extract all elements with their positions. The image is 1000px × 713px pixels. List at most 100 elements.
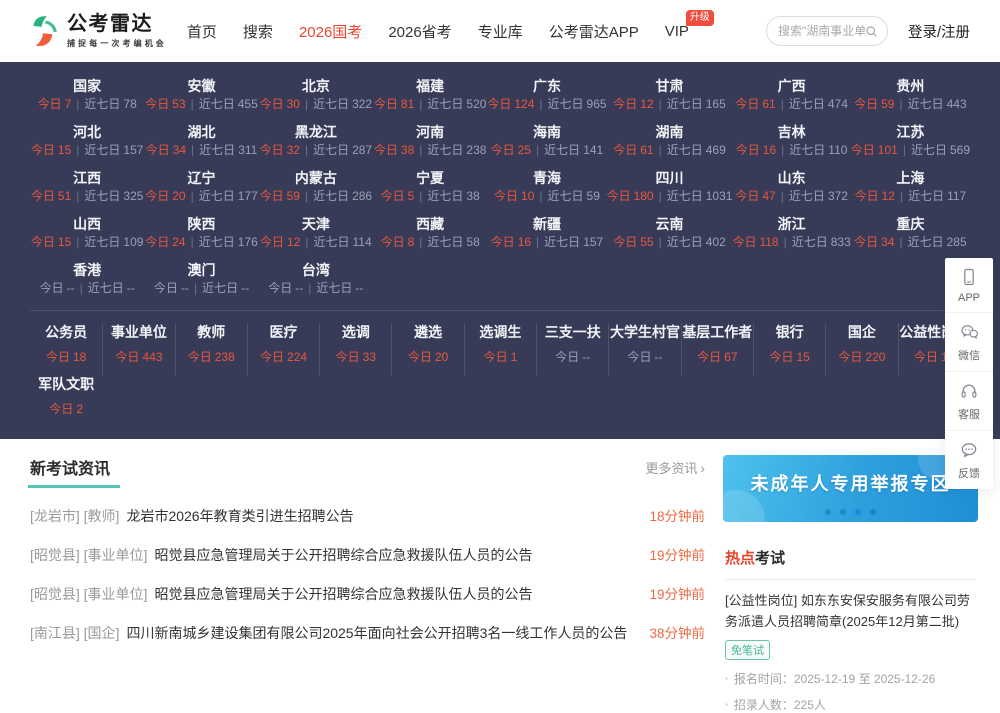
province-cell[interactable]: 陕西 今日 24 | 近七日 176 <box>144 212 258 252</box>
search-icon[interactable] <box>865 24 878 39</box>
news-item[interactable]: [南江县] [国企] 四川新南城乡建设集团有限公司2025年面向社会公开招聘3名… <box>30 613 705 652</box>
category-today-count: 今日 224 <box>260 350 308 364</box>
province-stats: 今日 180 | 近七日 1031 <box>606 189 733 203</box>
login-register-link[interactable]: 登录/注册 <box>908 21 970 42</box>
no-written-exam-badge: 免笔试 <box>725 639 770 660</box>
province-cell[interactable]: 辽宁 今日 20 | 近七日 177 <box>144 166 258 206</box>
category-today-count: 今日 67 <box>697 350 738 364</box>
province-cell[interactable]: 湖南 今日 61 | 近七日 469 <box>607 120 733 160</box>
nav-item[interactable]: 2026省考 <box>388 21 451 42</box>
logo[interactable]: 公考雷达 捕捉每一次考编机会 <box>30 13 167 49</box>
category-today-count: 今日 -- <box>627 350 663 364</box>
news-item[interactable]: [龙岩市] [教师] 龙岩市2026年教育类引进生招聘公告 18分钟前 <box>30 496 705 535</box>
category-cell[interactable]: 三支一扶 今日 -- <box>536 323 608 375</box>
category-cell[interactable]: 教师 今日 238 <box>174 323 247 375</box>
category-cell[interactable]: 选调 今日 33 <box>319 323 391 375</box>
province-cell[interactable]: 安徽 今日 53 | 近七日 455 <box>144 74 258 114</box>
province-cell[interactable]: 福建 今日 81 | 近七日 520 <box>373 74 487 114</box>
toolbar-support[interactable]: 客服 <box>945 371 993 430</box>
province-cell[interactable]: 云南 今日 55 | 近七日 402 <box>607 212 733 252</box>
toolbar-wechat[interactable]: 微信 <box>945 312 993 371</box>
category-name: 基层工作者 <box>682 324 753 340</box>
province-cell[interactable]: 国家 今日 7 | 近七日 78 <box>30 74 144 114</box>
province-cell[interactable]: 山西 今日 15 | 近七日 109 <box>30 212 144 252</box>
province-cell[interactable]: 江苏 今日 101 | 近七日 569 <box>851 120 970 160</box>
province-name: 青海 <box>532 170 561 186</box>
carousel-dot[interactable] <box>855 509 861 515</box>
province-stats: 今日 59 | 近七日 443 <box>854 97 967 111</box>
logo-icon <box>33 16 57 47</box>
category-cell[interactable]: 公务员 今日 18 <box>30 323 102 375</box>
province-cell[interactable]: 青海 今日 10 | 近七日 59 <box>487 166 606 206</box>
nav-item[interactable]: 搜索 <box>243 21 273 42</box>
category-cell[interactable]: 选调生 今日 1 <box>463 323 536 375</box>
news-item-tags: [昭觉县] [事业单位] <box>30 547 148 563</box>
nav-item-vip[interactable]: VIP 升级 <box>665 9 714 40</box>
province-stats: 今日 47 | 近七日 372 <box>735 189 848 203</box>
province-cell[interactable]: 江西 今日 51 | 近七日 325 <box>30 166 144 206</box>
province-cell[interactable]: 上海 今日 12 | 近七日 117 <box>851 166 970 206</box>
nav-item[interactable]: 公考雷达APP <box>549 21 639 42</box>
province-cell[interactable]: 广东 今日 124 | 近七日 965 <box>487 74 606 114</box>
carousel-dot[interactable] <box>870 509 876 515</box>
news-item-tags: [南江县] [国企] <box>30 625 120 641</box>
province-cell[interactable]: 内蒙古 今日 59 | 近七日 286 <box>259 166 373 206</box>
carousel-dot[interactable] <box>840 509 846 515</box>
category-name: 银行 <box>775 324 804 340</box>
province-cell[interactable]: 新疆 今日 16 | 近七日 157 <box>487 212 606 252</box>
hot-exams-title: 热点考试 <box>725 550 786 567</box>
toolbar-app[interactable]: APP <box>945 258 993 312</box>
category-cell[interactable]: 大学生村官 今日 -- <box>608 323 680 375</box>
province-cell[interactable]: 香港 今日 -- | 近七日 -- <box>30 258 144 298</box>
province-cell[interactable]: 重庆 今日 34 | 近七日 285 <box>851 212 970 252</box>
toolbar-feedback[interactable]: 反馈 <box>945 430 993 489</box>
province-cell[interactable]: 海南 今日 25 | 近七日 141 <box>487 120 606 160</box>
province-cell[interactable]: 贵州 今日 59 | 近七日 443 <box>851 74 970 114</box>
news-item[interactable]: [昭觉县] [事业单位] 昭觉县应急管理局关于公开招聘综合应急救援队伍人员的公告… <box>30 535 705 574</box>
category-today-count: 今日 238 <box>187 350 235 364</box>
category-cell[interactable]: 国企 今日 220 <box>825 323 897 375</box>
category-cell[interactable]: 银行 今日 15 <box>752 323 825 375</box>
category-cell[interactable]: 遴选 今日 20 <box>391 323 463 375</box>
search-input[interactable] <box>777 24 865 38</box>
news-item[interactable]: [昭觉县] [事业单位] 昭觉县应急管理局关于公开招聘综合应急救援队伍人员的公告… <box>30 574 705 613</box>
province-cell[interactable]: 宁夏 今日 5 | 近七日 38 <box>373 166 487 206</box>
province-cell[interactable]: 湖北 今日 34 | 近七日 311 <box>144 120 258 160</box>
category-cell[interactable]: 医疗 今日 224 <box>246 323 319 375</box>
category-name: 三支一扶 <box>544 324 601 340</box>
province-cell[interactable]: 吉林 今日 16 | 近七日 110 <box>732 120 850 160</box>
carousel-dot[interactable] <box>825 509 831 515</box>
province-cell[interactable]: 浙江 今日 118 | 近七日 833 <box>732 212 850 252</box>
stats-section: 国家 今日 7 | 近七日 78 安徽 今日 53 | 近七日 455 北京 今日 30 | 近七日 3… <box>0 62 1000 439</box>
news-item-title: 龙岩市2026年教育类引进生招聘公告 <box>126 508 354 524</box>
sidebar: 未成年人专用举报专区 热点考试 [公益性岗位] 如东东安保安服务有限公司劳务派遣… <box>723 455 978 713</box>
province-cell[interactable]: 澳门 今日 -- | 近七日 -- <box>144 258 258 298</box>
category-cell[interactable]: 基层工作者 今日 67 <box>680 323 753 375</box>
news-item-time: 19分钟前 <box>649 548 705 563</box>
news-list: [龙岩市] [教师] 龙岩市2026年教育类引进生招聘公告 18分钟前 [昭觉县… <box>30 496 705 652</box>
hot-exam-item[interactable]: [公益性岗位] 如东东安保安服务有限公司劳务派遣人员招聘简章(2025年12月第… <box>725 590 976 713</box>
category-name: 公务员 <box>45 324 88 340</box>
more-news-link[interactable]: 更多资讯 › <box>645 458 705 477</box>
nav-item[interactable]: 2026国考 <box>299 21 362 42</box>
province-cell[interactable]: 黑龙江 今日 32 | 近七日 287 <box>259 120 373 160</box>
province-cell[interactable]: 天津 今日 12 | 近七日 114 <box>259 212 373 252</box>
province-cell[interactable]: 甘肃 今日 12 | 近七日 165 <box>607 74 733 114</box>
minor-report-banner[interactable]: 未成年人专用举报专区 <box>723 455 978 522</box>
province-name: 山东 <box>777 170 806 186</box>
search-box[interactable] <box>765 16 888 46</box>
province-cell[interactable]: 广西 今日 61 | 近七日 474 <box>732 74 850 114</box>
province-cell[interactable]: 北京 今日 30 | 近七日 322 <box>259 74 373 114</box>
province-cell[interactable]: 四川 今日 180 | 近七日 1031 <box>607 166 733 206</box>
category-cell[interactable]: 事业单位 今日 443 <box>102 323 174 375</box>
nav-item[interactable]: 专业库 <box>478 21 523 42</box>
province-stats: 今日 25 | 近七日 141 <box>490 143 604 157</box>
province-stats: 今日 16 | 近七日 110 <box>735 143 848 157</box>
province-cell[interactable]: 河北 今日 15 | 近七日 157 <box>30 120 144 160</box>
nav-item[interactable]: 首页 <box>187 21 217 42</box>
category-cell[interactable]: 军队文职 今日 2 <box>30 375 102 427</box>
province-cell[interactable]: 西藏 今日 8 | 近七日 58 <box>373 212 487 252</box>
province-cell[interactable]: 山东 今日 47 | 近七日 372 <box>732 166 850 206</box>
province-cell[interactable]: 河南 今日 38 | 近七日 238 <box>373 120 487 160</box>
province-cell[interactable]: 台湾 今日 -- | 近七日 -- <box>259 258 373 298</box>
